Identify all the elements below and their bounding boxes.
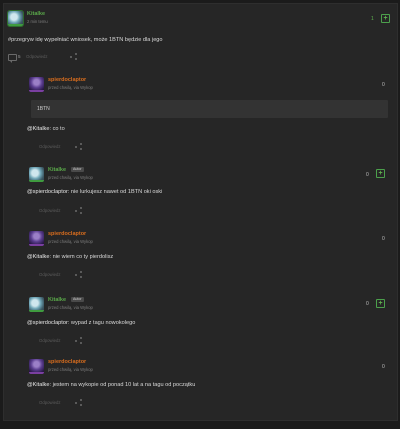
comment-3-score: 0 [382,236,385,242]
comment-2-reply-link[interactable]: Odpowiedz [39,208,61,213]
comment-1-embed-box: 1BTN [31,100,388,118]
comment-3-meta[interactable]: przed chwilą, via Wykop [48,239,93,244]
comment-3-text-rest: : nie wiem co ty pierdolisz [49,254,114,260]
avatar-gender-bar [29,90,44,92]
comment-3-author[interactable]: spierdoclaptor [48,231,86,237]
comment-1-score: 0 [382,82,385,88]
avatar-gender-bar [29,180,44,182]
comment-2-share-icon[interactable] [75,207,82,214]
comment-4-author[interactable]: Kitalke [48,297,66,303]
op-score: 1 [371,16,374,22]
comment-4-text: @spierdoclaptor: wypad z tagu nowokolego [27,320,135,326]
avatar-gender-bar [29,244,44,246]
share-icon[interactable] [70,53,77,60]
comment-2-avatar[interactable] [29,167,44,182]
comment-2-plus-icon[interactable]: + [376,169,385,178]
comment-1-avatar[interactable] [29,77,44,92]
comment-4-score: 0 [366,301,369,307]
comment-5-avatar[interactable] [29,359,44,374]
comment-1-embed-text: 1BTN [37,106,50,112]
author-badge: Autor [71,297,84,302]
comment-5-meta[interactable]: przed chwilą, via Wykop [48,367,93,372]
comment-1-share-icon[interactable] [75,143,82,150]
op-author-name[interactable]: Kitalke [27,11,45,17]
comment-3-share-icon[interactable] [75,271,82,278]
entry-card: Kitalke 2 min temu 1 + #przegryw idę wyp… [3,3,398,421]
comment-2-mention[interactable]: @spierdoclaptor [27,189,68,195]
comment-3-text: @Kitalke: nie wiem co ty pierdolisz [27,254,113,260]
comment-count: 5 [18,54,21,59]
page-background: Kitalke 2 min temu 1 + #przegryw idę wyp… [0,0,400,429]
comment-5-mention[interactable]: @Kitalke [27,382,49,388]
comment-2-author[interactable]: Kitalke [48,167,66,173]
comment-1-text: @Kitalke: co to [27,126,65,132]
comment-2-text-rest: : nie lurkujesz nawet od 1BTN oki oski [67,189,163,195]
comment-4-avatar[interactable] [29,297,44,312]
op-reply-link[interactable]: Odpowiedz [26,54,48,59]
comment-4-reply-link[interactable]: Odpowiedz [39,338,61,343]
op-avatar[interactable] [8,11,23,26]
comment-5-score: 0 [382,364,385,370]
comment-3-avatar[interactable] [29,231,44,246]
op-plus-icon[interactable]: + [381,14,390,23]
comment-1-text-rest: : co to [49,126,65,132]
comment-1-meta[interactable]: przed chwilą, via Wykop [48,85,93,90]
comment-4-plus-icon[interactable]: + [376,299,385,308]
op-meta[interactable]: 2 min temu [27,19,48,24]
comment-1-mention[interactable]: @Kitalke [27,126,49,132]
comment-3-mention[interactable]: @Kitalke [27,254,49,260]
comment-5-author[interactable]: spierdoclaptor [48,359,86,365]
comment-5-text: @Kitalke: jestem na wykopie od ponad 10 … [27,382,195,388]
comment-1-reply-link[interactable]: Odpowiedz [39,144,61,149]
comment-1-author[interactable]: spierdoclaptor [48,77,86,83]
comment-4-text-rest: : wypad z tagu nowokolego [67,320,136,326]
author-badge: Autor [71,167,84,172]
comment-2-score: 0 [366,172,369,178]
comment-5-share-icon[interactable] [75,399,82,406]
comment-2-meta[interactable]: przed chwilą, via Wykop [48,175,93,180]
comment-5-reply-link[interactable]: Odpowiedz [39,400,61,405]
comment-2-text: @spierdoclaptor: nie lurkujesz nawet od … [27,189,162,195]
comment-4-share-icon[interactable] [75,337,82,344]
avatar-gender-bar [8,24,23,26]
op-body-text: #przegryw idę wypełniać wniosek, może 1B… [8,37,163,43]
comment-5-text-rest: : jestem na wykopie od ponad 10 lat a na… [49,382,196,388]
comment-bubble-icon[interactable] [8,54,17,63]
comment-3-reply-link[interactable]: Odpowiedz [39,272,61,277]
avatar-gender-bar [29,310,44,312]
comment-4-meta[interactable]: przed chwilą, via Wykop [48,305,93,310]
avatar-gender-bar [29,372,44,374]
comment-4-mention[interactable]: @spierdoclaptor [27,320,68,326]
